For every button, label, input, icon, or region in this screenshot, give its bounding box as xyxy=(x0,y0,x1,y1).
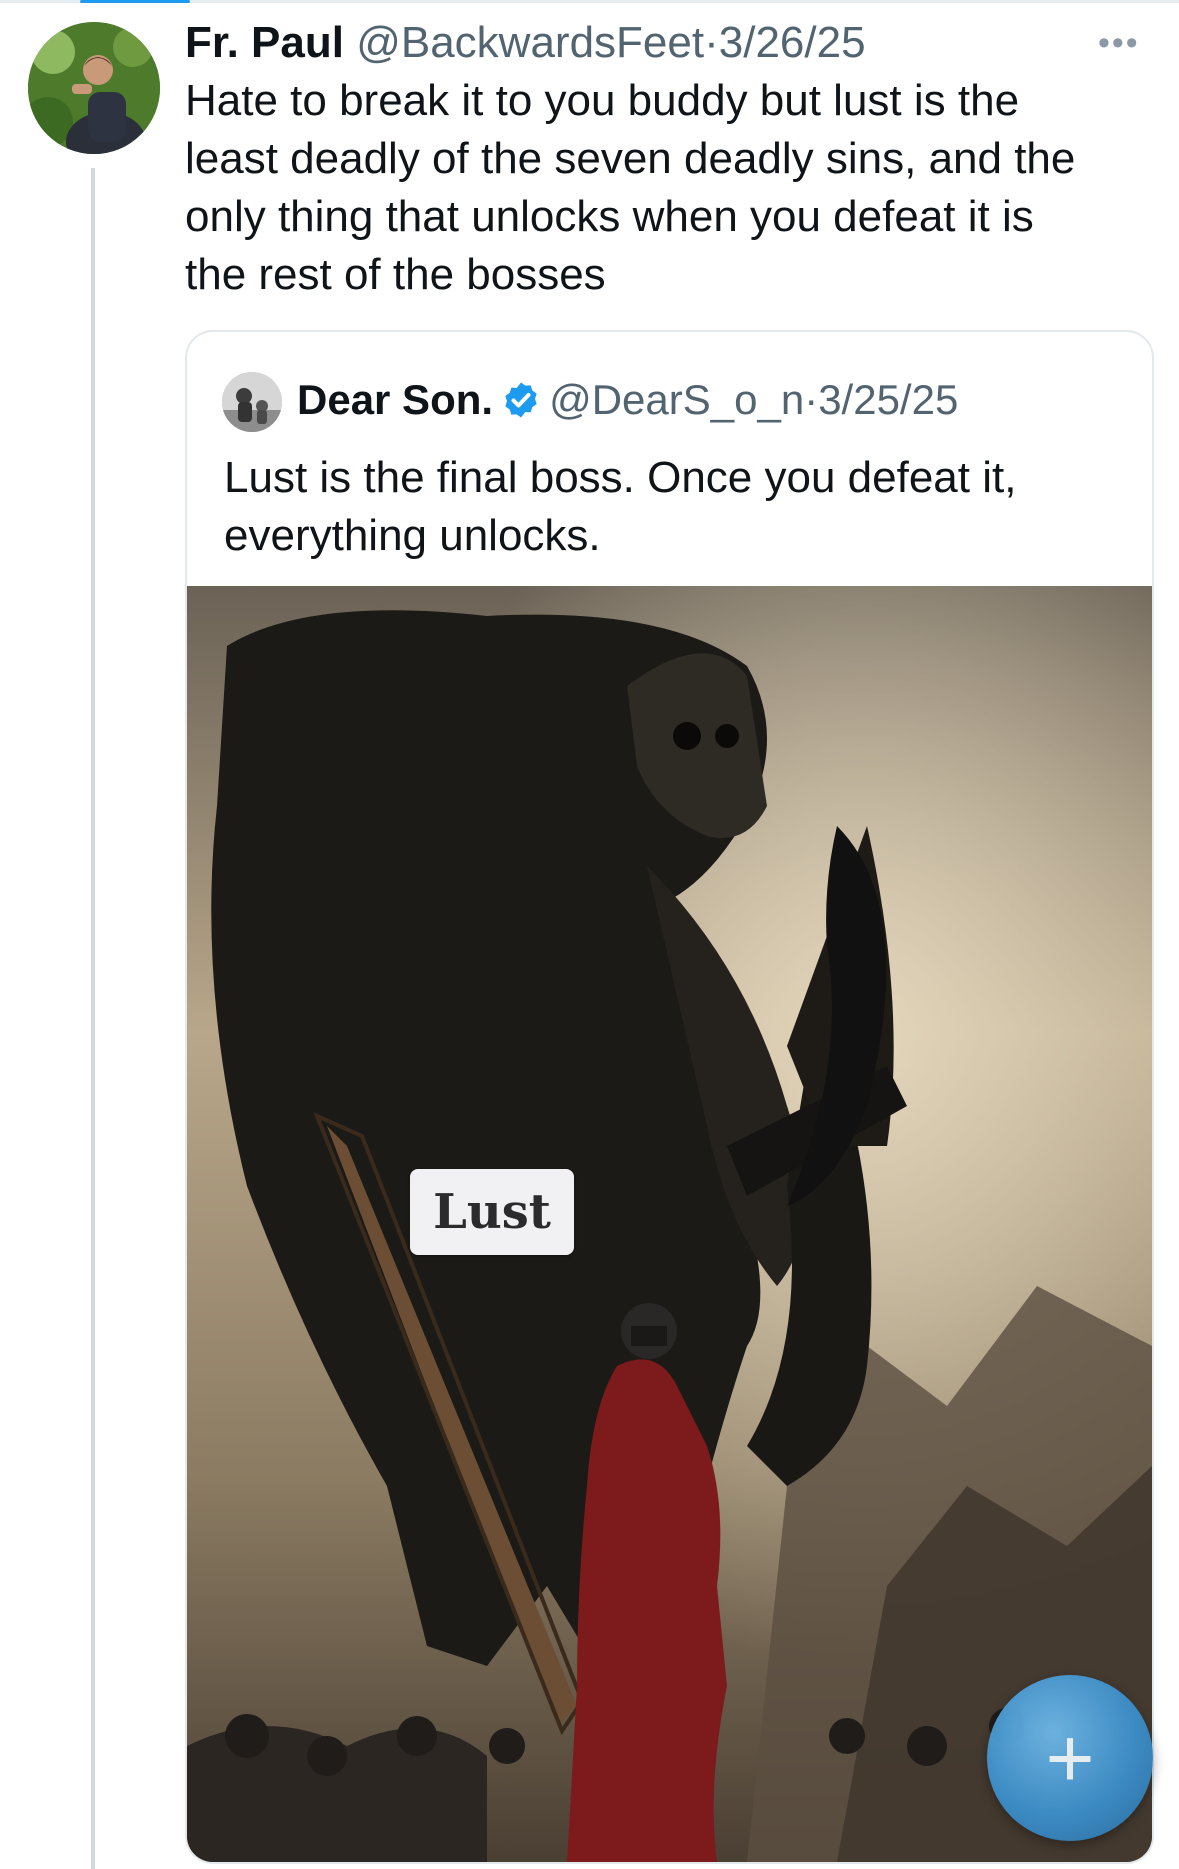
tweet-header: Fr. Paul @BackwardsFeet·3/26/25 xyxy=(185,18,866,68)
tweet-date[interactable]: 3/26/25 xyxy=(719,18,866,67)
author-handle[interactable]: @BackwardsFeet xyxy=(356,18,704,67)
header-separator: · xyxy=(704,18,719,67)
author-name[interactable]: Fr. Paul xyxy=(185,18,344,67)
verified-badge-icon xyxy=(501,380,541,420)
compose-button[interactable]: + xyxy=(987,1675,1153,1841)
avatar-photo xyxy=(28,22,160,154)
lust-caption-label: Lust xyxy=(410,1169,574,1255)
more-horizontal-icon[interactable]: ••• xyxy=(1098,26,1148,60)
quoted-author-handle[interactable]: @DearS_o_n xyxy=(549,376,804,423)
quoted-tweet-text: Lust is the final boss. Once you defeat … xyxy=(224,453,1017,560)
quoted-tweet-header: Dear Son. @DearS_o_n·3/25/25 xyxy=(297,374,958,426)
quoted-author-avatar[interactable] xyxy=(222,372,282,432)
quoted-avatar-photo xyxy=(222,372,282,432)
quoted-author-name[interactable]: Dear Son. xyxy=(297,376,493,423)
active-tab-indicator xyxy=(80,0,190,3)
quoted-header-separator: · xyxy=(804,376,819,423)
meme-illustration xyxy=(187,586,1152,1862)
quoted-tweet-date[interactable]: 3/25/25 xyxy=(818,376,958,423)
plus-icon: + xyxy=(1045,1711,1095,1805)
author-avatar[interactable] xyxy=(28,22,160,154)
tweet-text: Hate to break it to you buddy but lust i… xyxy=(185,76,1076,299)
thread-connector-line xyxy=(91,168,95,1869)
quoted-tweet-card[interactable]: Dear Son. @DearS_o_n·3/25/25 Lust is the… xyxy=(185,330,1154,1864)
meme-image[interactable]: Lust Me xyxy=(187,586,1152,1862)
